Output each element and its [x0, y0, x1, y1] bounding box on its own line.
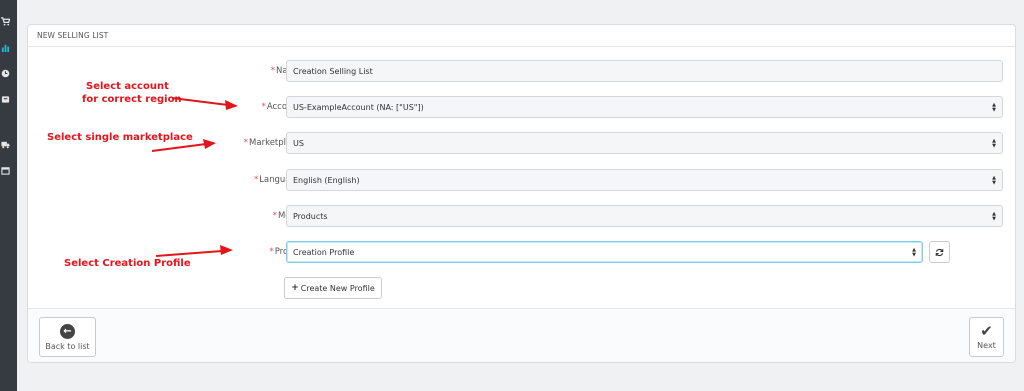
- admin-sidebar: [0, 0, 17, 391]
- box-icon[interactable]: [0, 92, 17, 106]
- name-row: *Name: Creation Selling List: [28, 60, 1015, 82]
- annotation-profile: Select Creation Profile: [64, 258, 191, 269]
- next-button[interactable]: ✔ Next: [969, 317, 1004, 357]
- panel-footer: ← Back to list ✔ Next: [28, 308, 1015, 362]
- mode-select[interactable]: Products ▲ ▼: [286, 205, 1003, 227]
- calendar-icon[interactable]: [0, 163, 17, 177]
- plus-icon: +: [291, 283, 299, 293]
- marketplace-select[interactable]: US ▲ ▼: [286, 132, 1003, 154]
- check-icon: ✔: [980, 322, 993, 340]
- cart-icon[interactable]: [0, 14, 17, 28]
- chart-icon[interactable]: [0, 40, 17, 54]
- refresh-icon: [935, 248, 944, 256]
- language-row: * Language: English (English) ▲ ▼: [28, 169, 1015, 191]
- annotation-account: Select account for correct region: [82, 81, 182, 105]
- clock-icon[interactable]: [0, 66, 17, 80]
- create-new-profile-button[interactable]: + Create New Profile: [284, 277, 382, 299]
- mode-row: *Mode: Products ▲▼: [28, 205, 1015, 227]
- select-arrows-icon: ▲ ▼: [992, 211, 996, 222]
- refresh-profiles-button[interactable]: [929, 241, 950, 263]
- name-input[interactable]: Creation Selling List: [286, 60, 1003, 82]
- select-arrows-icon: ▲ ▼: [992, 138, 996, 149]
- panel-heading: NEW SELLING LIST: [28, 25, 1015, 47]
- arrow-left-circle-icon: ←: [60, 323, 75, 339]
- truck-icon[interactable]: [0, 137, 17, 151]
- select-arrows-icon: ▲ ▼: [912, 247, 916, 258]
- profile-select[interactable]: Creation Profile ▲ ▼: [286, 241, 923, 263]
- back-to-list-button[interactable]: ← Back to list: [39, 317, 96, 357]
- annotation-marketplace: Select single marketplace: [47, 132, 193, 143]
- select-arrows-icon: ▲ ▼: [992, 175, 996, 186]
- required-mark: *: [270, 66, 276, 76]
- account-select[interactable]: US-ExampleAccount (NA: ["US"]) ▲ ▼: [286, 96, 1003, 118]
- language-select[interactable]: English (English) ▲ ▼: [286, 169, 1003, 191]
- select-arrows-icon: ▲ ▼: [992, 102, 996, 113]
- new-selling-list-panel: NEW SELLING LIST *Name: Creation Selling…: [27, 24, 1016, 363]
